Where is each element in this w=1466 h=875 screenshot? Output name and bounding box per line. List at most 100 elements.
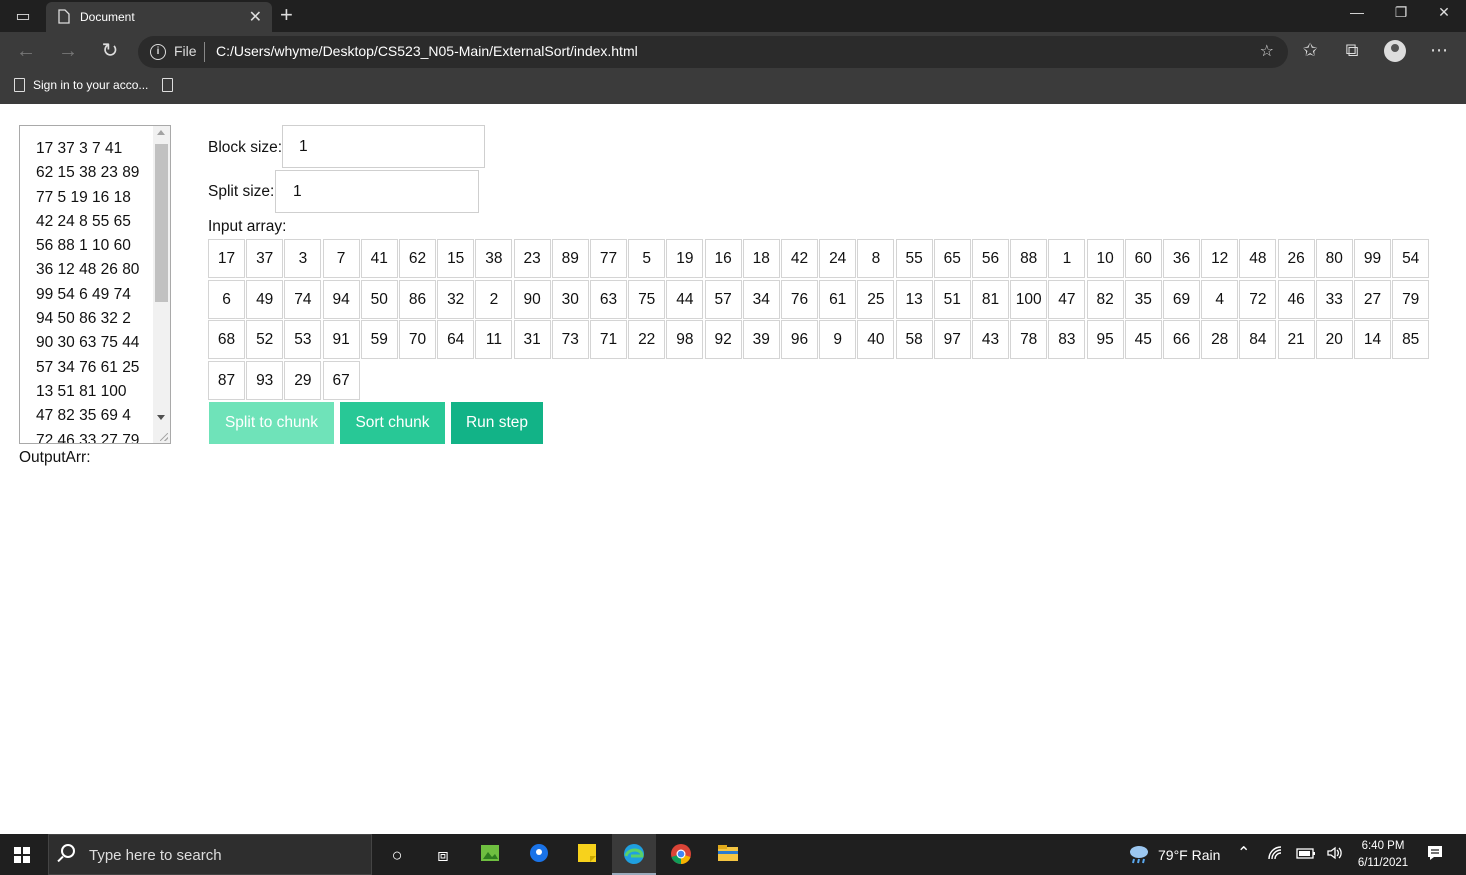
array-cell: 10 bbox=[1086, 239, 1124, 278]
array-cell: 55 bbox=[895, 239, 933, 278]
array-cell: 61 bbox=[819, 279, 857, 319]
array-cell: 20 bbox=[1315, 320, 1353, 359]
more-options-icon[interactable]: ⋯ bbox=[1425, 40, 1453, 61]
add-favorite-icon[interactable]: ☆ bbox=[1260, 41, 1274, 61]
array-cell: 6 bbox=[208, 279, 245, 319]
input-array-label: Input array: bbox=[208, 218, 287, 235]
scrollbar-thumb[interactable] bbox=[155, 144, 168, 302]
array-cell: 50 bbox=[360, 279, 398, 319]
chrome-icon[interactable] bbox=[668, 842, 694, 868]
weather-text[interactable]: 79°F Rain bbox=[1158, 847, 1220, 863]
data-textarea[interactable]: 17 37 3 7 41 62 15 38 23 89 77 5 19 16 18 4… bbox=[19, 125, 171, 444]
array-cell: 83 bbox=[1048, 320, 1086, 359]
tab-actions-icon[interactable]: ▭ bbox=[8, 6, 38, 26]
array-cell: 98 bbox=[666, 320, 704, 359]
vertical-scrollbar[interactable] bbox=[153, 126, 170, 443]
wifi-icon[interactable] bbox=[1267, 845, 1285, 864]
taskbar: Type here to search ○ ⧈ 79°F Rain ⌃ 6:40… bbox=[0, 834, 1466, 875]
notifications-icon[interactable] bbox=[1426, 844, 1444, 865]
forward-icon[interactable]: → bbox=[54, 40, 82, 64]
clock-date: 6/11/2021 bbox=[1357, 857, 1409, 869]
block-size-input[interactable] bbox=[282, 125, 485, 168]
split-size-input[interactable] bbox=[275, 170, 479, 213]
array-cell: 91 bbox=[322, 320, 360, 359]
scroll-up-icon[interactable] bbox=[157, 130, 165, 135]
weather-icon[interactable] bbox=[1127, 843, 1151, 868]
data-line: 77 5 19 16 18 bbox=[36, 188, 131, 206]
array-cell: 25 bbox=[857, 279, 895, 319]
data-line: 62 15 38 23 89 bbox=[36, 164, 140, 182]
info-icon[interactable]: i bbox=[150, 44, 166, 60]
new-tab-icon[interactable]: + bbox=[280, 2, 293, 28]
array-cell: 47 bbox=[1048, 279, 1086, 319]
array-cell: 15 bbox=[437, 239, 475, 278]
taskbar-search-placeholder: Type here to search bbox=[89, 847, 222, 864]
run-step-button[interactable]: Run step bbox=[451, 402, 543, 444]
back-icon[interactable]: ← bbox=[12, 40, 40, 64]
collections-icon[interactable]: ⧉ bbox=[1338, 40, 1366, 61]
array-cell: 49 bbox=[246, 279, 284, 319]
taskbar-search[interactable]: Type here to search bbox=[48, 834, 372, 875]
data-line: 94 50 86 32 2 bbox=[36, 310, 131, 328]
array-cell: 88 bbox=[1010, 239, 1048, 278]
file-explorer-icon[interactable] bbox=[715, 842, 741, 868]
array-cell: 95 bbox=[1086, 320, 1124, 359]
page-icon bbox=[14, 78, 25, 92]
sort-chunk-button[interactable]: Sort chunk bbox=[340, 402, 445, 444]
refresh-icon[interactable]: ↻ bbox=[96, 40, 124, 64]
array-cell: 100 bbox=[1010, 279, 1048, 319]
address-bar[interactable]: i File C:/Users/whyme/Desktop/CS523_N05-… bbox=[138, 36, 1288, 68]
image-app-icon[interactable] bbox=[477, 842, 503, 868]
array-cell: 29 bbox=[284, 360, 322, 400]
close-window-icon[interactable]: ✕ bbox=[1429, 4, 1459, 21]
block-size-label: Block size: bbox=[208, 139, 283, 156]
data-line: 99 54 6 49 74 bbox=[36, 285, 131, 303]
browser-tab[interactable]: Document ✕ bbox=[46, 2, 272, 32]
array-cell: 96 bbox=[781, 320, 818, 359]
array-cell: 27 bbox=[1354, 279, 1391, 319]
chevron-up-icon[interactable]: ⌃ bbox=[1237, 843, 1250, 863]
array-cell: 48 bbox=[1239, 239, 1277, 278]
array-cell: 1 bbox=[1048, 239, 1086, 278]
cortana-icon[interactable]: ○ bbox=[384, 842, 410, 868]
data-line: 56 88 1 10 60 bbox=[36, 237, 131, 255]
array-cell: 17 bbox=[208, 239, 245, 278]
volume-icon[interactable] bbox=[1326, 845, 1344, 864]
array-cell: 51 bbox=[933, 279, 971, 319]
favorite-link-label: Sign in to your acco... bbox=[33, 78, 149, 92]
array-cell: 8 bbox=[857, 239, 895, 278]
address-separator bbox=[204, 42, 205, 62]
sticky-notes-icon[interactable] bbox=[574, 842, 600, 868]
array-cell: 86 bbox=[399, 279, 436, 319]
windows-start-icon[interactable] bbox=[14, 847, 30, 863]
data-line: 57 34 76 61 25 bbox=[36, 358, 140, 376]
array-cell: 67 bbox=[322, 360, 360, 400]
task-view-icon[interactable]: ⧈ bbox=[430, 842, 456, 868]
navigation-bar: ← → ↻ i File C:/Users/whyme/Desktop/CS52… bbox=[0, 32, 1466, 72]
array-cell: 64 bbox=[437, 320, 475, 359]
tab-title: Document bbox=[80, 10, 135, 24]
array-cell: 21 bbox=[1277, 320, 1315, 359]
array-cell: 69 bbox=[1163, 279, 1200, 319]
resize-handle-icon[interactable] bbox=[160, 433, 168, 441]
favorites-icon[interactable]: ✩ bbox=[1296, 40, 1324, 61]
scroll-down-icon[interactable] bbox=[157, 415, 165, 420]
address-url[interactable]: C:/Users/whyme/Desktop/CS523_N05-Main/Ex… bbox=[216, 43, 638, 59]
edge-browser-icon[interactable] bbox=[621, 842, 647, 868]
minimize-icon[interactable]: — bbox=[1342, 4, 1372, 20]
maps-icon[interactable] bbox=[526, 842, 552, 868]
favorite-page-icon[interactable] bbox=[162, 78, 173, 92]
array-cell: 36 bbox=[1163, 239, 1200, 278]
battery-icon[interactable] bbox=[1296, 846, 1316, 863]
array-cell: 4 bbox=[1201, 279, 1239, 319]
array-cell: 70 bbox=[399, 320, 436, 359]
array-cell: 94 bbox=[322, 279, 360, 319]
profile-avatar[interactable] bbox=[1384, 40, 1406, 62]
favorite-link[interactable]: Sign in to your acco... bbox=[14, 78, 148, 92]
restore-icon[interactable]: ❐ bbox=[1386, 4, 1416, 21]
close-tab-icon[interactable]: ✕ bbox=[249, 7, 262, 27]
array-cell: 89 bbox=[551, 239, 589, 278]
system-clock[interactable]: 6:40 PM 6/11/2021 bbox=[1352, 838, 1414, 872]
array-cell: 87 bbox=[208, 360, 245, 400]
split-to-chunk-button[interactable]: Split to chunk bbox=[209, 402, 334, 444]
